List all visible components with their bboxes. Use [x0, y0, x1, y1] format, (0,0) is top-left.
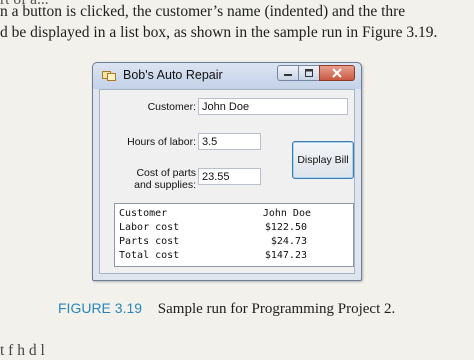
hours-label: Hours of labor: — [127, 136, 196, 148]
list-item-value: $147.23 — [264, 250, 307, 261]
parts-input[interactable]: 23.55 — [198, 168, 261, 185]
minimize-button[interactable] — [277, 65, 299, 81]
body-text-partial-bottom-line: t f h d l — [0, 342, 45, 359]
minimize-icon — [284, 74, 292, 76]
maximize-icon — [305, 69, 313, 77]
body-text-line-2: d be displayed in a list box, as shown i… — [0, 24, 438, 41]
list-item-label: Labor cost — [119, 222, 180, 233]
display-bill-button[interactable]: Display Bill — [292, 141, 354, 179]
parts-label-line1: Cost of parts — [136, 167, 196, 179]
caption-buttons — [277, 65, 355, 82]
list-item: Labor cost $122.50 — [119, 221, 349, 234]
app-window: Bob's Auto Repair Customer: John Doe Hou… — [92, 62, 362, 281]
customer-name-input[interactable]: John Doe — [198, 98, 348, 115]
list-item: Customer John Doe — [119, 207, 349, 220]
form-client-area: Customer: John Doe Hours of labor: 3.5 C… — [99, 89, 355, 274]
customer-label: Customer: — [147, 101, 196, 113]
maximize-button[interactable] — [298, 65, 320, 81]
body-text-line-1: n a button is clicked, the customer’s na… — [0, 3, 406, 20]
window-title: Bob's Auto Repair — [123, 68, 223, 82]
close-icon — [332, 68, 342, 78]
figure-caption-text: Sample run for Programming Project 2. — [157, 301, 396, 317]
list-item-value: $24.73 — [270, 236, 307, 247]
list-item-value: $122.50 — [264, 222, 307, 233]
figure-caption: FIGURE 3.19 Sample run for Programming P… — [58, 300, 395, 318]
list-item-label: Total cost — [119, 250, 180, 261]
list-item: Total cost $147.23 — [119, 249, 349, 262]
list-item-value: John Doe — [262, 208, 311, 219]
parts-label-line2: and supplies: — [134, 179, 196, 191]
list-item-label: Customer — [119, 208, 168, 219]
title-bar[interactable]: Bob's Auto Repair — [93, 63, 361, 89]
list-item-label: Parts cost — [119, 236, 180, 247]
figure-label: FIGURE 3.19 — [58, 300, 143, 316]
list-item: Parts cost $24.73 — [119, 235, 349, 248]
bill-list-box[interactable]: Customer John Doe Labor cost $122.50 Par… — [114, 203, 354, 267]
close-button[interactable] — [319, 65, 355, 81]
app-form-icon — [102, 71, 116, 81]
hours-input[interactable]: 3.5 — [198, 133, 261, 150]
